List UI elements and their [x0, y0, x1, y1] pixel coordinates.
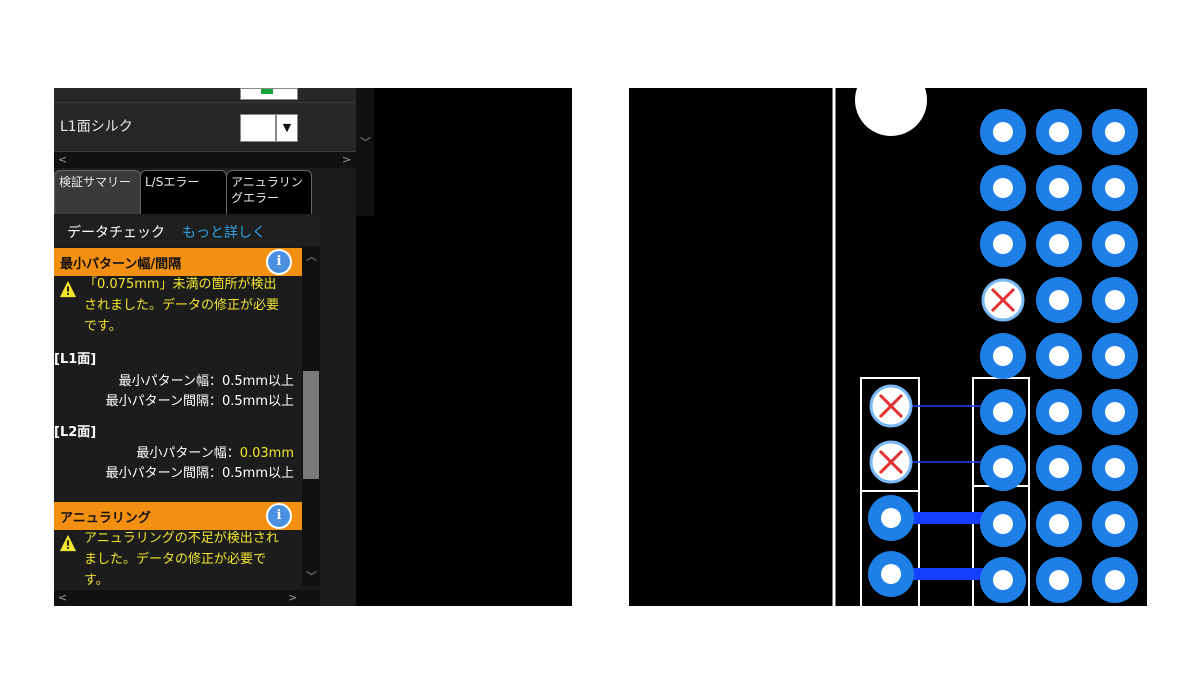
chevron-right-icon[interactable]: >: [288, 591, 297, 604]
l2-min-spacing: 最小パターン間隔：0.5mm以上: [105, 466, 294, 481]
warning-line: アニュラリングの不足が検出され: [84, 531, 279, 546]
pad-drill: [1105, 570, 1125, 590]
pad-drill: [1105, 178, 1125, 198]
green-color-sample: [261, 89, 273, 94]
pad-drill: [993, 402, 1013, 422]
pad-drill: [1049, 402, 1069, 422]
tab-verification-summary[interactable]: 検証サマリー: [54, 170, 141, 214]
layer-row-previous[interactable]: [54, 88, 356, 103]
pad-drill: [1105, 234, 1125, 254]
pad-drill: [1049, 122, 1069, 142]
pad-drill: [993, 178, 1013, 198]
layer-list-scrollbar[interactable]: ﹀: [356, 88, 374, 216]
warning-line: されました。データの修正が必要: [84, 298, 280, 313]
chevron-down-icon[interactable]: ﹀: [306, 568, 317, 584]
verification-screenshot: L1面シルク ▼ ﹀ < > 検証サマリー L/Sエラー アニュラリン グエラー…: [54, 88, 572, 606]
l2-width-value: 0.03mm: [239, 446, 294, 461]
l1-min-spacing: 最小パターン間隔：0.5mm以上: [105, 394, 294, 409]
datacheck-bar: データチェック もっと詳しく: [54, 216, 320, 246]
layer-list-hscrollbar[interactable]: < >: [54, 152, 356, 168]
pcb-canvas[interactable]: [629, 88, 1147, 606]
pad-drill: [1105, 122, 1125, 142]
pad-drill: [1049, 570, 1069, 590]
annular-warning: アニュラリングの不足が検出され ました。データの修正が必要で す。: [84, 528, 279, 591]
pad-drill: [1049, 178, 1069, 198]
pad-drill: [1105, 514, 1125, 534]
warning-icon: [59, 280, 77, 298]
more-details-link[interactable]: もっと詳しく: [182, 222, 266, 242]
l2-width-label: 最小パターン幅：: [136, 446, 240, 461]
tab-annular-ring-error[interactable]: アニュラリン グエラー: [226, 170, 312, 214]
chevron-down-icon[interactable]: ▼: [276, 114, 298, 142]
pad-drill: [993, 346, 1013, 366]
pad-drill: [1105, 290, 1125, 310]
pad-drill: [1105, 402, 1125, 422]
chevron-right-icon[interactable]: >: [342, 153, 351, 166]
chevron-up-icon[interactable]: ︿: [306, 248, 317, 264]
warning-line: ました。データの修正が必要で: [84, 552, 267, 567]
warning-line: です。: [84, 319, 122, 334]
tab-label: 検証サマリー: [59, 175, 132, 189]
pad-drill: [1049, 346, 1069, 366]
annular-section-header: アニュラリング i: [54, 502, 302, 530]
min-pattern-warning: 「0.075mm」未満の箇所が検出 されました。データの修正が必要 です。: [84, 274, 279, 337]
l1-min-width: 最小パターン幅：0.5mm以上: [118, 374, 294, 389]
tab-ls-error[interactable]: L/Sエラー: [140, 170, 227, 214]
section-title: アニュラリング: [60, 511, 151, 526]
pad-drill: [1049, 458, 1069, 478]
section-title: 最小パターン幅/間隔: [60, 257, 182, 272]
chevron-down-icon[interactable]: ﹀: [360, 134, 371, 150]
pad-drill: [993, 514, 1013, 534]
pad-drill: [993, 570, 1013, 590]
pad-drill: [993, 458, 1013, 478]
pad-drill: [1049, 514, 1069, 534]
layer-label: L1面シルク: [60, 119, 133, 135]
silk-color-swatch[interactable]: [240, 114, 276, 142]
chevron-left-icon[interactable]: <: [58, 591, 67, 604]
pcb-viewer[interactable]: [629, 88, 1147, 606]
l1-heading: [L1面]: [54, 352, 97, 367]
min-pattern-section-header: 最小パターン幅/間隔 i: [54, 248, 302, 276]
pad-drill: [881, 564, 901, 584]
warning-icon: [59, 534, 77, 552]
color-swatch-previous[interactable]: [240, 88, 298, 100]
warning-line: す。: [84, 573, 109, 588]
warning-line: 「0.075mm」未満の箇所が検出: [84, 277, 277, 292]
pad-drill: [993, 234, 1013, 254]
pad-drill: [993, 122, 1013, 142]
scrollbar-thumb[interactable]: [303, 371, 319, 479]
chevron-left-icon[interactable]: <: [58, 153, 67, 166]
pad-drill: [1049, 234, 1069, 254]
tab-label: アニュラリン グエラー: [231, 175, 303, 205]
pad-drill: [881, 508, 901, 528]
info-icon[interactable]: i: [266, 503, 292, 529]
results-horizontal-scrollbar[interactable]: < >: [54, 590, 320, 606]
tab-label: L/Sエラー: [145, 175, 200, 189]
pad-drill: [1105, 458, 1125, 478]
l2-heading: [L2面]: [54, 425, 97, 440]
layer-row-l1-silk[interactable]: L1面シルク ▼: [54, 103, 356, 152]
l2-min-width: 最小パターン幅：0.03mm: [60, 442, 294, 461]
info-icon[interactable]: i: [266, 249, 292, 275]
datacheck-label: データチェック: [67, 225, 165, 241]
pad-drill: [1105, 346, 1125, 366]
pad-drill: [1049, 290, 1069, 310]
